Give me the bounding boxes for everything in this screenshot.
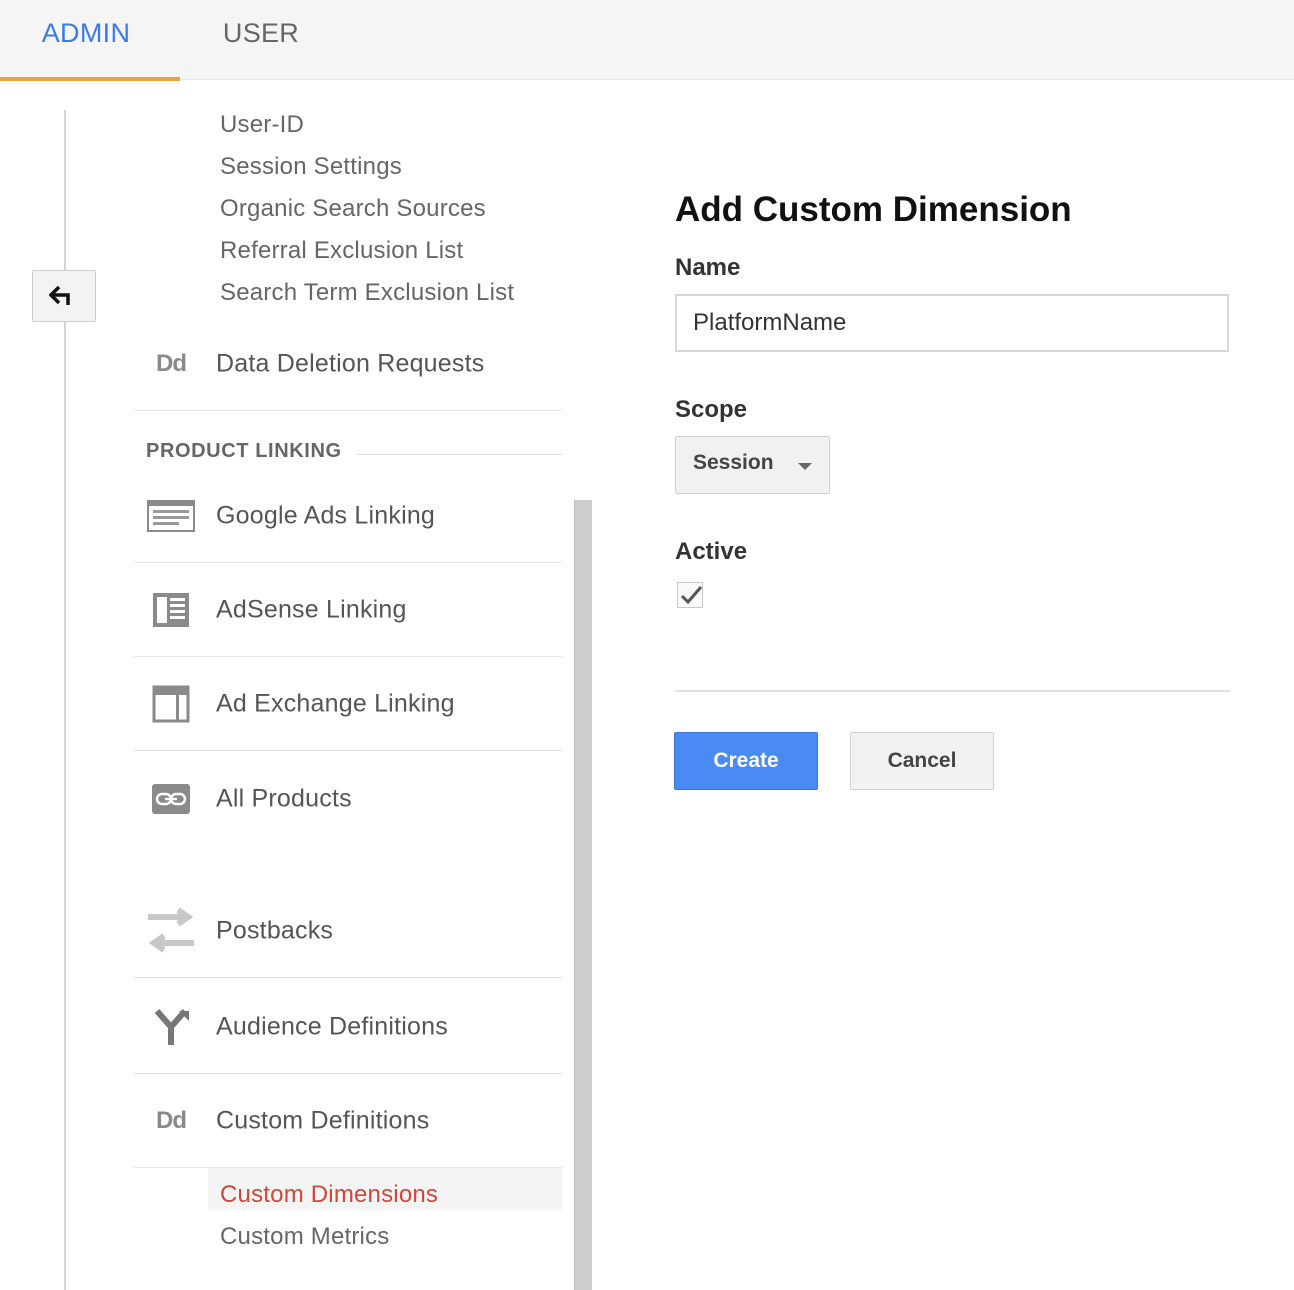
nav-item-label: All Products	[216, 784, 352, 813]
google-ads-icon	[146, 491, 196, 541]
nav-subitem-organic-search-sources[interactable]: Organic Search Sources	[220, 194, 486, 224]
nav-item-label: Data Deletion Requests	[216, 349, 485, 377]
scope-value: Session	[693, 451, 774, 474]
back-button[interactable]	[32, 270, 96, 322]
nav-item-label: Google Ads Linking	[216, 501, 436, 529]
tab-admin[interactable]: ADMIN	[0, 0, 180, 81]
dd-icon: Dd	[156, 1106, 187, 1134]
nav-item-adsense-linking[interactable]: AdSense Linking	[134, 563, 562, 657]
checkmark-icon	[680, 586, 703, 605]
scope-label: Scope	[675, 396, 748, 423]
cancel-button[interactable]: Cancel	[850, 732, 994, 790]
nav-subitem-search-term-exclusion-list[interactable]: Search Term Exclusion List	[220, 278, 514, 308]
nav-item-label: Custom Definitions	[216, 1106, 430, 1134]
scope-select[interactable]: Session	[675, 436, 830, 494]
nav-item-data-deletion-requests[interactable]: Dd Data Deletion Requests	[134, 317, 562, 411]
nav-item-label: Ad Exchange Linking	[216, 689, 455, 717]
name-label: Name	[675, 254, 741, 281]
nav-subitem-referral-exclusion-list[interactable]: Referral Exclusion List	[220, 236, 463, 266]
nav-subitem-user-id[interactable]: User-ID	[220, 110, 304, 140]
link-icon	[146, 774, 196, 824]
nav-scrollbar[interactable]	[574, 500, 592, 1290]
nav-subitem-session-settings[interactable]: Session Settings	[220, 152, 402, 182]
audience-icon	[146, 1002, 196, 1052]
form-title: Add Custom Dimension	[675, 190, 1072, 229]
top-tab-bar: ADMIN USER	[0, 0, 1294, 81]
nav-subitem-custom-metrics[interactable]: Custom Metrics	[220, 1222, 390, 1252]
nav-item-custom-definitions[interactable]: Dd Custom Definitions	[134, 1074, 562, 1168]
nav-item-audience-definitions[interactable]: Audience Definitions	[134, 980, 562, 1074]
chevron-down-icon	[798, 463, 812, 470]
form-divider	[675, 690, 1230, 692]
nav-item-ad-exchange-linking[interactable]: Ad Exchange Linking	[134, 657, 562, 751]
nav-subitem-custom-dimensions[interactable]: Custom Dimensions	[220, 1180, 438, 1210]
active-checkbox[interactable]	[677, 582, 703, 608]
nav-item-all-products[interactable]: All Products	[134, 751, 562, 847]
postbacks-icon	[146, 906, 196, 956]
create-button[interactable]: Create	[674, 732, 818, 790]
section-title-product-linking: PRODUCT LINKING	[146, 440, 342, 462]
nav-item-google-ads-linking[interactable]: Google Ads Linking	[134, 469, 562, 563]
back-arrow-icon	[49, 285, 70, 305]
adsense-icon	[146, 585, 196, 635]
dd-icon: Dd	[156, 349, 187, 377]
nav-item-postbacks[interactable]: Postbacks	[134, 884, 562, 978]
tab-user[interactable]: USER	[180, 0, 342, 80]
nav-item-label: Audience Definitions	[216, 1012, 448, 1040]
nav-item-label: AdSense Linking	[216, 595, 407, 623]
section-divider	[356, 454, 562, 455]
active-label: Active	[675, 538, 748, 565]
ad-exchange-icon	[146, 679, 196, 729]
name-input[interactable]	[675, 294, 1229, 352]
nav-item-label: Postbacks	[216, 916, 334, 944]
